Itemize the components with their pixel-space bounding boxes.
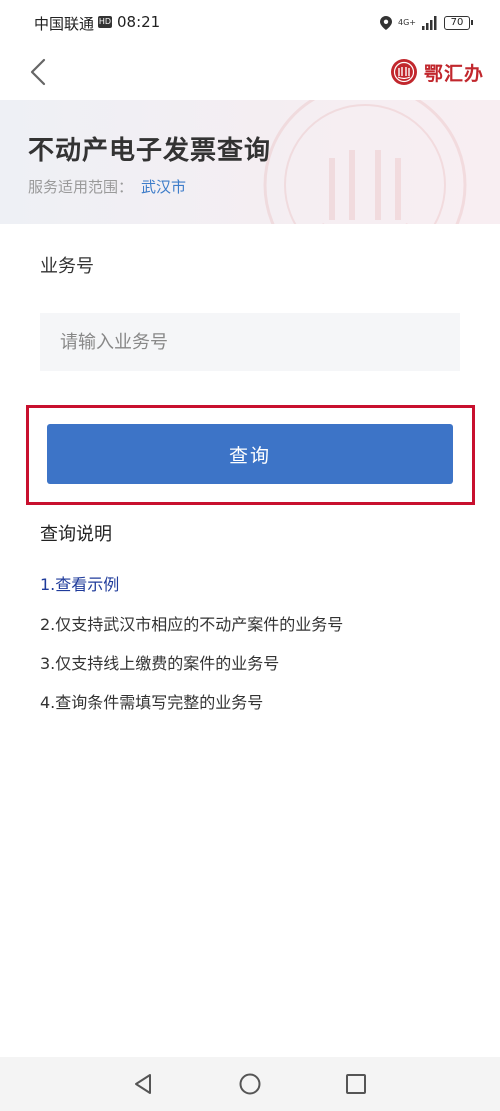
nav-home-button[interactable] [235,1069,265,1099]
nav-back-button[interactable] [128,1069,158,1099]
system-nav-bar [0,1057,500,1111]
network-type: 4G+ [398,18,416,27]
view-example-link[interactable]: 1.查看示例 [40,571,119,595]
service-scope-city: 武汉市 [141,178,187,196]
business-number-label: 业务号 [40,256,94,277]
location-icon [380,16,392,30]
back-button[interactable] [22,54,58,90]
query-notes-title: 查询说明 [40,524,112,545]
signal-icon [422,16,437,30]
status-bar: 中国联通 HD 08:21 4G+ 70 [0,0,500,46]
brand-logo-group: 鄂汇办 [390,54,484,90]
emblem-watermark-icon [263,100,467,224]
circle-home-icon [239,1073,261,1095]
status-icons: 4G+ 70 [380,14,473,32]
note-item: 3.仅支持线上缴费的案件的业务号 [40,654,280,673]
square-recents-icon [346,1074,366,1094]
page-header: 不动产电子发票查询 服务适用范围： 武汉市 [0,100,500,224]
page-title: 不动产电子发票查询 [28,136,272,166]
service-scope: 服务适用范围： 武汉市 [28,176,186,197]
hd-badge: HD [98,16,112,28]
brand-emblem-icon [390,59,417,85]
carrier-name: 中国联通 [34,15,95,33]
query-button[interactable]: 查询 [47,424,453,484]
battery-indicator: 70 [444,16,473,30]
note-item: 4.查询条件需填写完整的业务号 [40,693,264,712]
brand-name: 鄂汇办 [423,62,484,85]
triangle-back-icon [135,1074,151,1094]
service-scope-label: 服务适用范围： [28,178,134,196]
chevron-left-icon [30,58,46,86]
top-nav-bar: 鄂汇办 [0,46,500,100]
business-number-input[interactable] [40,313,460,371]
note-item: 2.仅支持武汉市相应的不动产案件的业务号 [40,615,344,634]
nav-recents-button[interactable] [341,1069,371,1099]
clock: 08:21 [117,13,161,31]
